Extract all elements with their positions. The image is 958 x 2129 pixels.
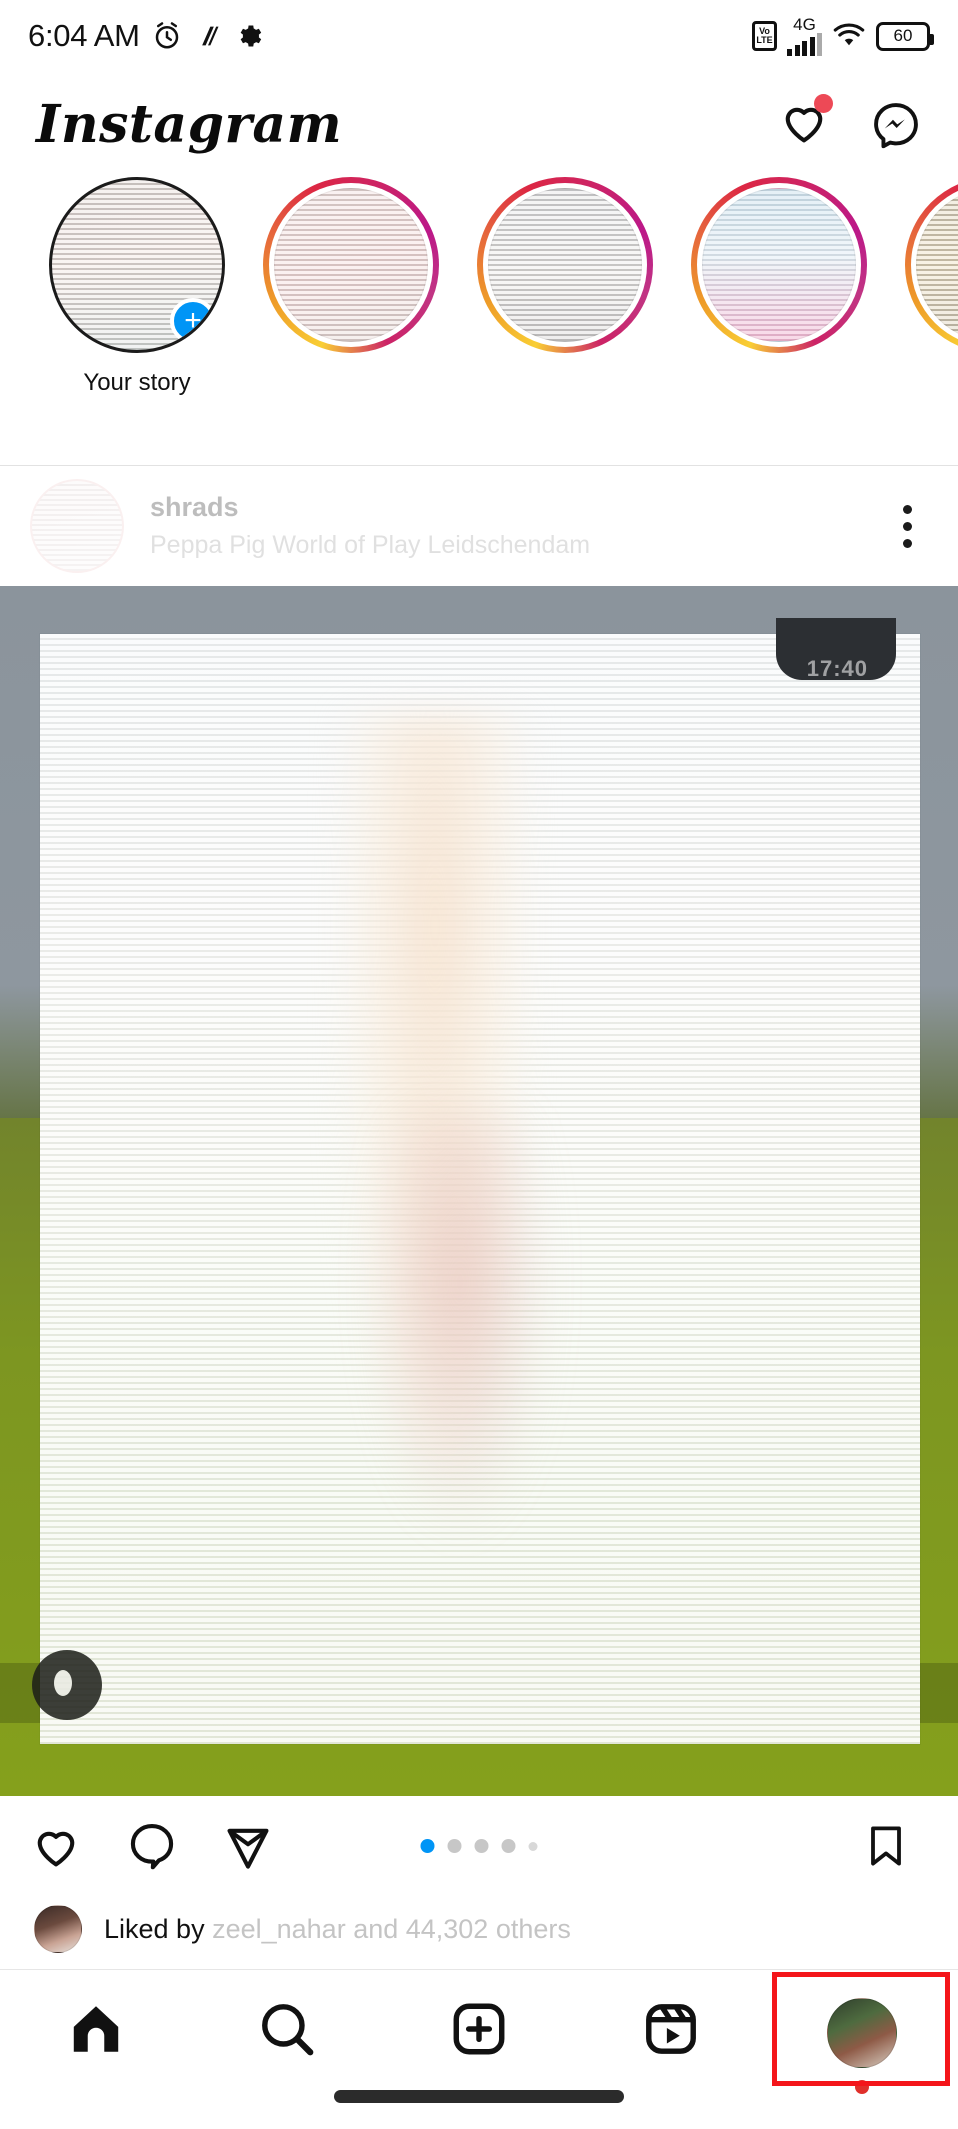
carousel-dot-1[interactable] bbox=[420, 1839, 435, 1853]
post-location[interactable]: Peppa Pig World of Play Leidschendam bbox=[150, 531, 590, 560]
status-bar: 6:04 AM Vo LTE 4G 60 bbox=[0, 0, 958, 72]
story-ring-inner bbox=[269, 183, 433, 347]
story-ring bbox=[477, 177, 653, 353]
like-heart-icon[interactable] bbox=[30, 1820, 82, 1872]
app-header-actions bbox=[778, 94, 922, 153]
story-item-3[interactable] bbox=[458, 177, 672, 369]
story-ring-inner bbox=[483, 183, 647, 347]
volte-icon: Vo LTE bbox=[752, 21, 777, 51]
story-ring-inner bbox=[911, 183, 958, 347]
story-ring bbox=[905, 177, 958, 353]
post-photo: 17:40 bbox=[32, 618, 920, 1744]
stories-tray[interactable]: + Your story bbox=[0, 177, 958, 465]
status-bar-left: 6:04 AM bbox=[28, 18, 262, 54]
carousel-dot-3[interactable] bbox=[474, 1839, 489, 1853]
post-media[interactable]: 17:40 bbox=[0, 586, 958, 1796]
story-avatar bbox=[488, 188, 642, 342]
story-ring bbox=[263, 177, 439, 353]
story-ring: + bbox=[49, 177, 225, 353]
notifications-button[interactable] bbox=[778, 94, 833, 153]
story-ring-inner bbox=[697, 183, 861, 347]
app-header: Instagram bbox=[0, 72, 958, 177]
alarm-clock-icon bbox=[152, 21, 182, 51]
messenger-icon[interactable] bbox=[870, 99, 922, 151]
volte-bottom-text: LTE bbox=[756, 35, 773, 45]
post-more-options-icon[interactable] bbox=[903, 504, 928, 548]
story-item-4[interactable] bbox=[672, 177, 886, 369]
post-actions-left bbox=[30, 1820, 274, 1872]
wifi-icon bbox=[832, 23, 866, 49]
liker-avatar bbox=[34, 1905, 82, 1953]
post-likes-row[interactable]: Liked by zeel_nahar and 44,302 others bbox=[0, 1890, 958, 1968]
bottom-navigation-bar bbox=[0, 1969, 958, 2129]
likes-text[interactable]: Liked by zeel_nahar and 44,302 others bbox=[104, 1914, 571, 1945]
profile-avatar-icon[interactable] bbox=[827, 1998, 898, 2068]
carousel-dot-4[interactable] bbox=[501, 1839, 516, 1853]
story-item-2[interactable] bbox=[244, 177, 458, 369]
instagram-app-screen: 6:04 AM Vo LTE 4G 60 Instagram + Your st… bbox=[0, 0, 958, 2129]
add-story-plus-icon[interactable]: + bbox=[170, 298, 216, 344]
profile-red-dot-badge bbox=[855, 2080, 870, 2094]
photo-corner-element bbox=[32, 1650, 102, 1720]
story-avatar: + bbox=[49, 177, 225, 353]
comment-bubble-icon[interactable] bbox=[126, 1820, 178, 1872]
home-gesture-indicator[interactable] bbox=[334, 2090, 624, 2103]
likes-suffix: and 44,302 others bbox=[345, 1913, 571, 1944]
signal-bars-icon: 4G bbox=[787, 16, 822, 56]
nav-item-home[interactable] bbox=[1, 1998, 191, 2060]
battery-icon: 60 bbox=[876, 21, 934, 51]
nav-item-search[interactable] bbox=[192, 1998, 382, 2060]
carousel-dot-2[interactable] bbox=[447, 1839, 462, 1853]
story-avatar bbox=[916, 188, 958, 342]
instagram-logo[interactable]: Instagram bbox=[36, 94, 342, 155]
post-actions-right bbox=[862, 1822, 928, 1870]
media-timestamp-label: 17:40 bbox=[806, 656, 868, 681]
story-avatar bbox=[274, 188, 428, 342]
story-ring-inner: + bbox=[49, 177, 225, 353]
signal-bar-set bbox=[787, 33, 822, 56]
post-header: shrads Peppa Pig World of Play Leidschen… bbox=[0, 466, 958, 586]
gear-icon bbox=[234, 22, 262, 50]
status-time: 6:04 AM bbox=[28, 18, 140, 53]
app-badge-icon bbox=[194, 22, 222, 50]
nav-item-create[interactable] bbox=[384, 1998, 574, 2060]
reels-icon[interactable] bbox=[640, 1998, 702, 2060]
likes-prefix: Liked by bbox=[104, 1913, 213, 1944]
story-label: Your story bbox=[83, 369, 191, 396]
save-bookmark-icon[interactable] bbox=[862, 1822, 910, 1870]
story-item-your-story[interactable]: + Your story bbox=[30, 177, 244, 397]
post-header-text: shrads Peppa Pig World of Play Leidschen… bbox=[150, 492, 590, 560]
battery-level-text: 60 bbox=[893, 26, 913, 45]
post-author-avatar[interactable] bbox=[30, 479, 124, 573]
nav-item-profile[interactable] bbox=[767, 1998, 957, 2094]
story-avatar bbox=[702, 188, 856, 342]
network-type-label: 4G bbox=[793, 15, 816, 34]
carousel-indicator bbox=[420, 1839, 538, 1853]
story-item-5[interactable] bbox=[886, 177, 958, 369]
likes-username[interactable]: zeel_nahar bbox=[212, 1914, 346, 1944]
plus-square-icon[interactable] bbox=[448, 1998, 510, 2060]
carousel-dot-5[interactable] bbox=[528, 1841, 538, 1851]
photo-subject-blur-lower bbox=[370, 1114, 550, 1534]
post-action-bar bbox=[0, 1796, 958, 1896]
status-bar-right: Vo LTE 4G 60 bbox=[752, 16, 934, 56]
search-icon[interactable] bbox=[256, 1998, 318, 2060]
notification-badge-dot bbox=[814, 94, 833, 113]
post-username[interactable]: shrads bbox=[150, 492, 590, 523]
story-ring bbox=[691, 177, 867, 353]
share-paperplane-icon[interactable] bbox=[222, 1820, 274, 1872]
home-icon[interactable] bbox=[65, 1998, 127, 2060]
nav-item-reels[interactable] bbox=[576, 1998, 766, 2060]
